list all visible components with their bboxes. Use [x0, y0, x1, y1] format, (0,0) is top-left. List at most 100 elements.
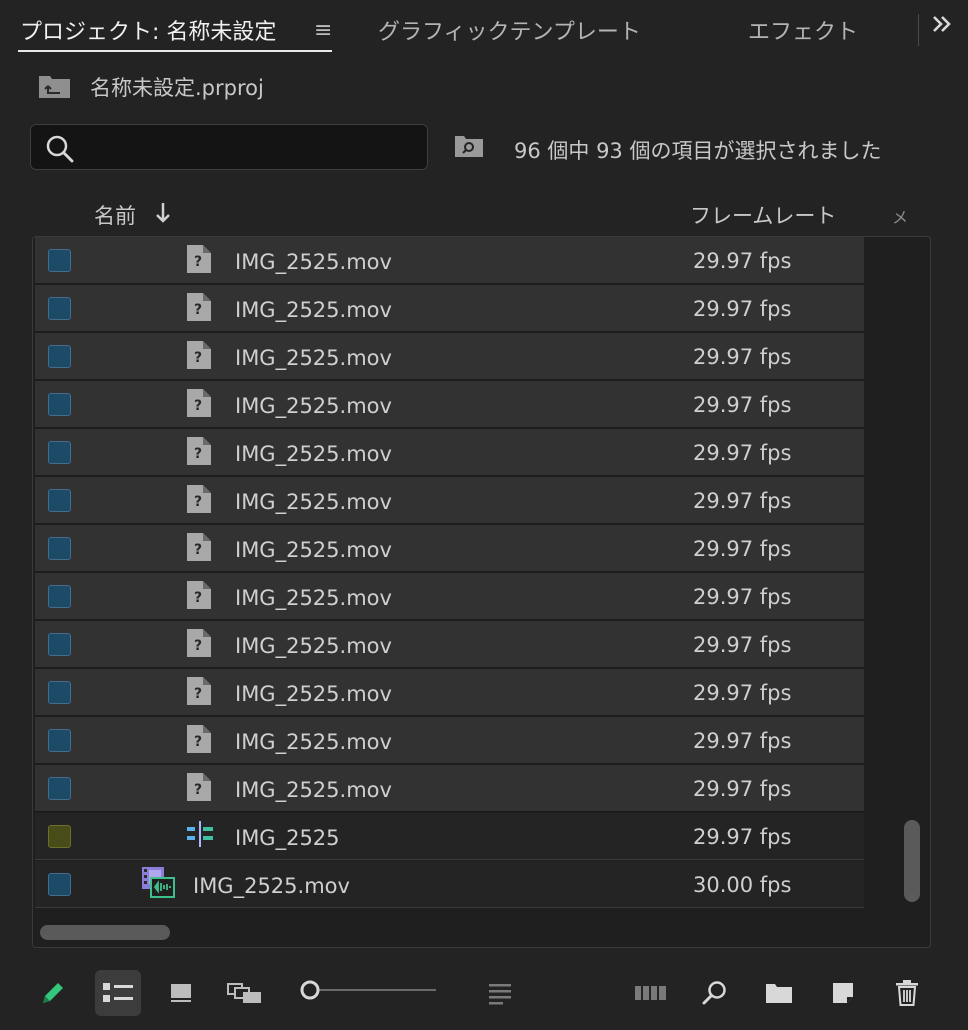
- offline-media-icon: ?: [185, 436, 213, 470]
- svg-text:?: ?: [194, 350, 202, 366]
- label-color-checkbox[interactable]: [48, 729, 71, 752]
- horizontal-scrollbar[interactable]: [40, 925, 170, 940]
- label-color-checkbox[interactable]: [48, 681, 71, 704]
- project-folder-icon[interactable]: [38, 72, 72, 104]
- offline-media-icon: ?: [185, 532, 213, 566]
- item-frame-rate: 29.97 fps: [693, 681, 792, 705]
- svg-text:?: ?: [194, 302, 202, 318]
- list-item[interactable]: IMG_2525.mov 30.00 fps: [35, 861, 864, 908]
- project-file-name: 名称未設定.prproj: [90, 76, 264, 100]
- offline-media-icon: ?: [185, 388, 213, 422]
- column-header-clipped[interactable]: メ: [892, 204, 908, 228]
- tab-menu-icon[interactable]: ≡: [314, 18, 332, 43]
- panel-tab-bar: プロジェクト: 名称未設定 ≡ グラフィックテンプレート エフェクト: [0, 0, 968, 58]
- item-frame-rate: 29.97 fps: [693, 729, 792, 753]
- list-item[interactable]: ? IMG_2525.mov 29.97 fps: [35, 285, 864, 332]
- list-item[interactable]: IMG_2525 29.97 fps: [35, 813, 864, 860]
- item-name: IMG_2525.mov: [235, 250, 392, 274]
- tab-overflow-icon[interactable]: [930, 12, 954, 42]
- label-color-checkbox[interactable]: [48, 585, 71, 608]
- sequence-icon: [185, 820, 215, 852]
- column-header-name[interactable]: 名前: [94, 200, 136, 230]
- svg-text:?: ?: [194, 638, 202, 654]
- project-item-list: ? IMG_2525.mov 29.97 fps? IMG_2525.mov 29.97…: [32, 236, 931, 948]
- clear-icon[interactable]: [884, 970, 930, 1016]
- list-item[interactable]: ? IMG_2525.mov 29.97 fps: [35, 525, 864, 572]
- list-item[interactable]: ? IMG_2525.mov 29.97 fps: [35, 717, 864, 764]
- label-color-checkbox[interactable]: [48, 249, 71, 272]
- svg-text:?: ?: [194, 494, 202, 510]
- bottom-toolbar: [0, 960, 968, 1020]
- svg-text:?: ?: [194, 398, 202, 414]
- item-frame-rate: 29.97 fps: [693, 345, 792, 369]
- list-item[interactable]: ? IMG_2525.mov 29.97 fps: [35, 429, 864, 476]
- list-item[interactable]: ? IMG_2525.mov 29.97 fps: [35, 669, 864, 716]
- find-in-bin-icon[interactable]: [454, 133, 484, 163]
- label-color-checkbox[interactable]: [48, 489, 71, 512]
- item-name: IMG_2525.mov: [235, 442, 392, 466]
- offline-media-icon: ?: [185, 628, 213, 662]
- svg-text:?: ?: [194, 590, 202, 606]
- list-item[interactable]: ? IMG_2525.mov 29.97 fps: [35, 765, 864, 812]
- vertical-scrollbar[interactable]: [904, 820, 920, 902]
- offline-media-icon: ?: [185, 724, 213, 758]
- new-item-icon[interactable]: [820, 970, 866, 1016]
- list-item[interactable]: ? IMG_2525.mov 29.97 fps: [35, 573, 864, 620]
- item-name: IMG_2525.mov: [235, 730, 392, 754]
- list-item[interactable]: ? IMG_2525.mov 29.97 fps: [35, 621, 864, 668]
- tab-effects[interactable]: エフェクト: [748, 14, 858, 46]
- pencil-icon[interactable]: [30, 970, 76, 1016]
- svg-text:?: ?: [194, 254, 202, 270]
- icon-view-icon[interactable]: [158, 970, 204, 1016]
- label-color-checkbox[interactable]: [48, 393, 71, 416]
- item-name: IMG_2525.mov: [235, 682, 392, 706]
- item-frame-rate: 30.00 fps: [693, 873, 792, 897]
- list-view-icon[interactable]: [95, 970, 141, 1016]
- tab-graphics-templates[interactable]: グラフィックテンプレート: [378, 14, 641, 46]
- search-icon: [45, 134, 75, 168]
- label-color-checkbox[interactable]: [48, 441, 71, 464]
- item-name: IMG_2525.mov: [235, 490, 392, 514]
- freeform-view-icon[interactable]: [222, 970, 268, 1016]
- label-color-checkbox[interactable]: [48, 297, 71, 320]
- list-item[interactable]: ? IMG_2525.mov 29.97 fps: [35, 477, 864, 524]
- column-header-frame-rate[interactable]: フレームレート: [690, 200, 836, 230]
- sort-icons-icon[interactable]: [478, 970, 524, 1016]
- offline-media-icon: ?: [185, 772, 213, 806]
- item-name: IMG_2525.mov: [193, 874, 350, 898]
- search-input[interactable]: [30, 124, 428, 170]
- item-name: IMG_2525.mov: [235, 538, 392, 562]
- item-frame-rate: 29.97 fps: [693, 393, 792, 417]
- svg-text:?: ?: [194, 686, 202, 702]
- item-name: IMG_2525.mov: [235, 298, 392, 322]
- svg-text:?: ?: [194, 542, 202, 558]
- new-bin-icon[interactable]: [756, 970, 802, 1016]
- tab-divider: [918, 14, 919, 46]
- zoom-slider[interactable]: [298, 978, 438, 1002]
- label-color-checkbox[interactable]: [48, 825, 71, 848]
- label-color-checkbox[interactable]: [48, 633, 71, 656]
- item-name: IMG_2525.mov: [235, 586, 392, 610]
- offline-media-icon: ?: [185, 244, 213, 278]
- label-color-checkbox[interactable]: [48, 873, 71, 896]
- item-frame-rate: 29.97 fps: [693, 585, 792, 609]
- list-item[interactable]: ? IMG_2525.mov 29.97 fps: [35, 381, 864, 428]
- offline-media-icon: ?: [185, 484, 213, 518]
- list-item[interactable]: ? IMG_2525.mov 29.97 fps: [35, 237, 864, 284]
- offline-media-icon: ?: [185, 340, 213, 374]
- list-item[interactable]: ? IMG_2525.mov 29.97 fps: [35, 333, 864, 380]
- label-color-checkbox[interactable]: [48, 537, 71, 560]
- svg-text:?: ?: [194, 782, 202, 798]
- item-name: IMG_2525.mov: [235, 778, 392, 802]
- label-color-checkbox[interactable]: [48, 777, 71, 800]
- tab-project[interactable]: プロジェクト: 名称未設定: [20, 14, 276, 46]
- automate-to-sequence-icon[interactable]: [628, 970, 674, 1016]
- item-frame-rate: 29.97 fps: [693, 489, 792, 513]
- item-name: IMG_2525.mov: [235, 346, 392, 370]
- find-icon[interactable]: [692, 970, 738, 1016]
- item-frame-rate: 29.97 fps: [693, 633, 792, 657]
- svg-text:?: ?: [194, 446, 202, 462]
- svg-text:?: ?: [194, 734, 202, 750]
- label-color-checkbox[interactable]: [48, 345, 71, 368]
- sort-descending-icon[interactable]: [153, 200, 173, 230]
